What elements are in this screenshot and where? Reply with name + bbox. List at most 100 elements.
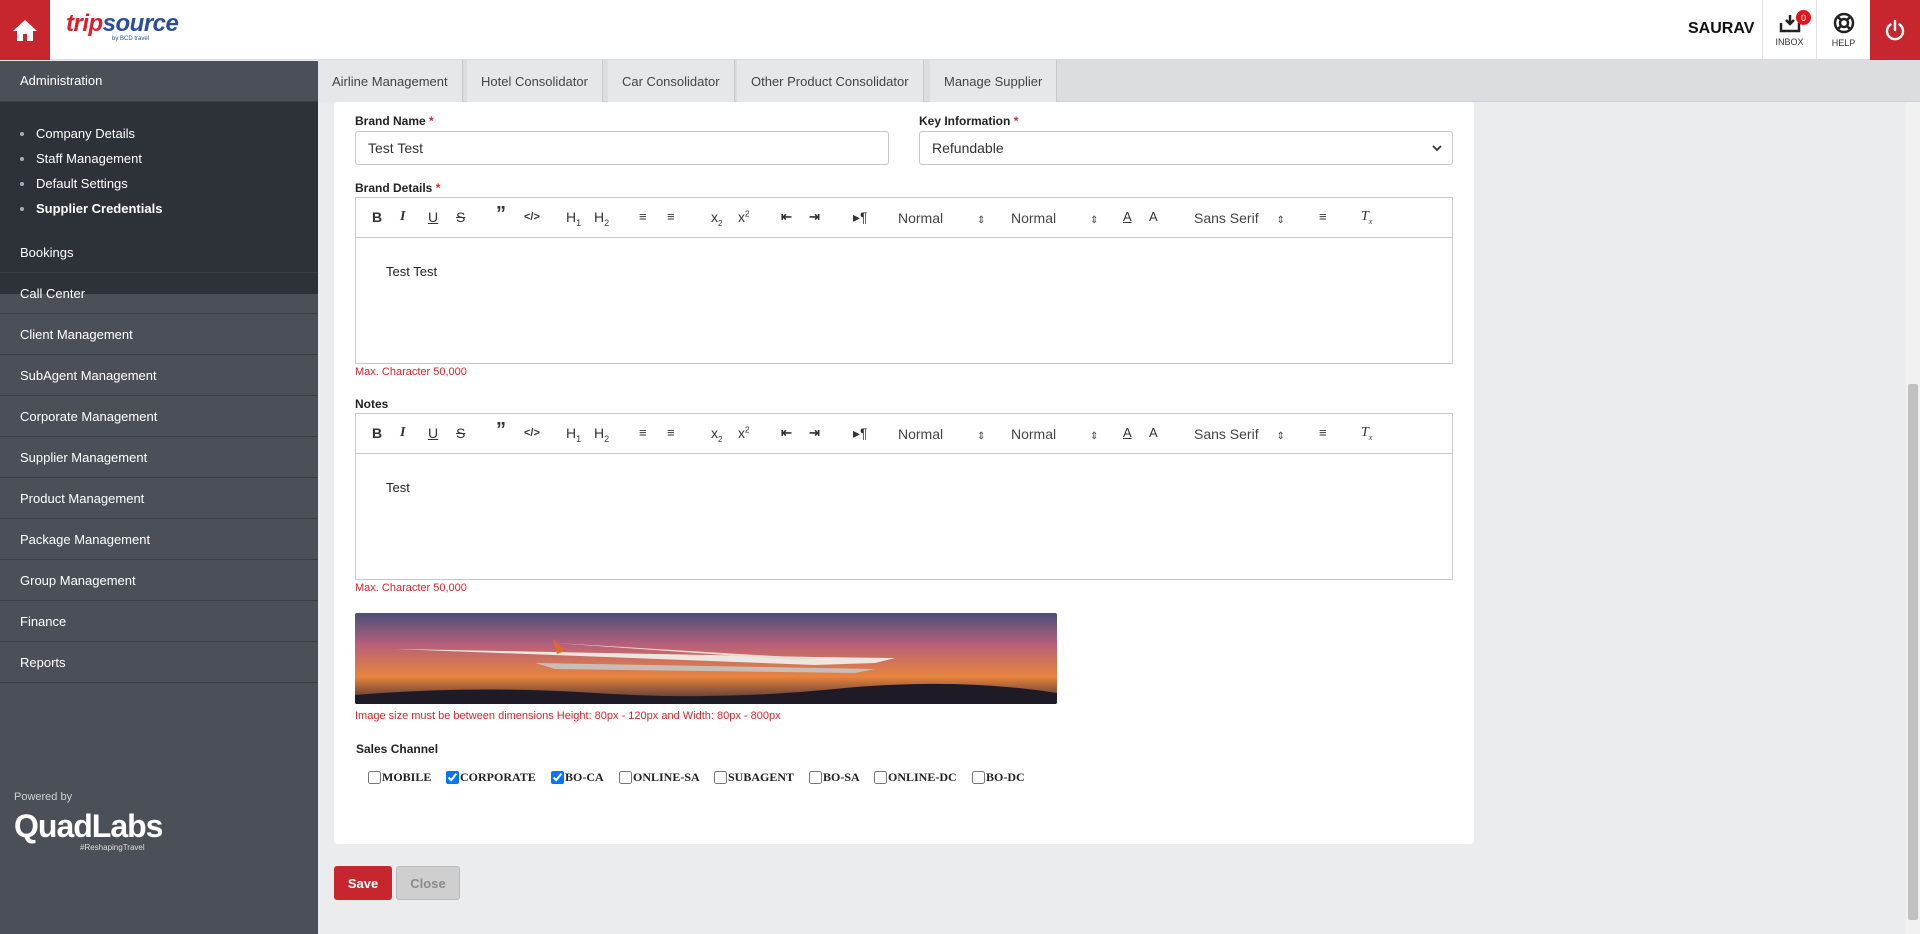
font-picker[interactable]: Sans Serif ⇕ bbox=[1194, 210, 1285, 226]
brand-name-input[interactable]: Test Test bbox=[355, 131, 889, 165]
sidebar-item-corporate-management[interactable]: Corporate Management bbox=[0, 396, 318, 437]
tripsource-logo[interactable]: tripsource bbox=[66, 10, 179, 38]
logout-button[interactable] bbox=[1870, 0, 1920, 60]
subscript-icon[interactable]: x2 bbox=[711, 209, 722, 228]
clear-format-icon[interactable]: Tx bbox=[1361, 425, 1372, 442]
ordered-list-icon[interactable]: ≡ bbox=[639, 209, 647, 224]
checkbox[interactable] bbox=[446, 771, 459, 784]
ordered-list-icon[interactable]: ≡ bbox=[639, 425, 647, 440]
checkbox[interactable] bbox=[714, 771, 727, 784]
checkbox[interactable] bbox=[619, 771, 632, 784]
brand-image-preview[interactable] bbox=[355, 613, 1057, 704]
underline-icon[interactable]: U bbox=[428, 425, 438, 441]
strike-icon[interactable]: S bbox=[456, 209, 465, 225]
inbox-button[interactable]: INBOX bbox=[1762, 0, 1816, 60]
sidebar-item-product-management[interactable]: Product Management bbox=[0, 478, 318, 519]
clear-format-icon[interactable]: Tx bbox=[1361, 209, 1372, 226]
checkbox[interactable] bbox=[551, 771, 564, 784]
sidebar-item-reports[interactable]: Reports bbox=[0, 642, 318, 683]
checkbox[interactable] bbox=[874, 771, 887, 784]
channel-online-sa[interactable]: ONLINE-SA bbox=[619, 770, 700, 785]
sidebar-item-subagent-management[interactable]: SubAgent Management bbox=[0, 355, 318, 396]
home-button[interactable] bbox=[0, 0, 50, 60]
strike-icon[interactable]: S bbox=[456, 425, 465, 441]
text-direction-icon[interactable]: ▸¶ bbox=[853, 209, 868, 226]
brand-details-editor[interactable]: B I U S ” </> H1 H2 ≡ ≡ x2 x2 ⇤ ⇥ ▸¶ Nor… bbox=[355, 197, 1453, 364]
code-icon[interactable]: </> bbox=[524, 427, 540, 439]
top-bar bbox=[0, 0, 1920, 60]
close-button[interactable]: Close bbox=[396, 866, 460, 900]
key-information-select[interactable]: Refundable bbox=[919, 131, 1453, 165]
save-button[interactable]: Save bbox=[334, 866, 392, 900]
bullet-list-icon[interactable]: ≡ bbox=[667, 425, 675, 440]
sidebar-sub-default-settings[interactable]: Default Settings bbox=[20, 176, 128, 191]
size-picker[interactable]: Normal ⇕ bbox=[898, 426, 985, 442]
help-button[interactable]: HELP bbox=[1816, 0, 1870, 60]
tab-hotel-consolidator[interactable]: Hotel Consolidator bbox=[467, 60, 603, 102]
size-picker[interactable]: Normal ⇕ bbox=[898, 210, 985, 226]
checkbox[interactable] bbox=[368, 771, 381, 784]
brand-details-text[interactable]: Test Test bbox=[386, 264, 437, 279]
indent-icon[interactable]: ⇥ bbox=[809, 209, 820, 225]
channel-corporate[interactable]: CORPORATE bbox=[446, 770, 536, 785]
code-icon[interactable]: </> bbox=[524, 211, 540, 223]
italic-icon[interactable]: I bbox=[400, 425, 405, 441]
notes-editor[interactable]: B I U S ” </> H1 H2 ≡ ≡ x2 x2 ⇤ ⇥ ▸¶ Nor… bbox=[355, 413, 1453, 580]
blockquote-icon[interactable]: ” bbox=[496, 419, 506, 442]
channel-mobile[interactable]: MOBILE bbox=[368, 770, 431, 785]
header-picker[interactable]: Normal ⇕ bbox=[1011, 426, 1098, 442]
tab-manage-supplier[interactable]: Manage Supplier bbox=[930, 60, 1058, 102]
heading2-icon[interactable]: H2 bbox=[594, 209, 609, 228]
user-name[interactable]: SAURAV bbox=[1688, 20, 1754, 38]
sidebar-item-call-center[interactable]: Call Center bbox=[0, 273, 318, 314]
align-icon[interactable]: ≡ bbox=[1319, 209, 1327, 224]
bullet-list-icon[interactable]: ≡ bbox=[667, 209, 675, 224]
tab-car-consolidator[interactable]: Car Consolidator bbox=[608, 60, 735, 102]
outdent-icon[interactable]: ⇤ bbox=[781, 425, 792, 441]
superscript-icon[interactable]: x2 bbox=[738, 209, 749, 225]
underline-icon[interactable]: U bbox=[428, 209, 438, 225]
heading2-icon[interactable]: H2 bbox=[594, 425, 609, 444]
channel-bo-dc[interactable]: BO-DC bbox=[972, 770, 1025, 785]
bold-icon[interactable]: B bbox=[372, 209, 382, 225]
text-color-icon[interactable]: A bbox=[1123, 209, 1132, 224]
sidebar-item-supplier-management[interactable]: Supplier Management bbox=[0, 437, 318, 478]
sidebar-item-client-management[interactable]: Client Management bbox=[0, 314, 318, 355]
powered-by-label: Powered by bbox=[14, 791, 73, 803]
text-color-icon[interactable]: A bbox=[1123, 425, 1132, 440]
italic-icon[interactable]: I bbox=[400, 209, 405, 225]
channel-bo-sa[interactable]: BO-SA bbox=[809, 770, 860, 785]
background-color-icon[interactable]: A bbox=[1149, 425, 1158, 440]
heading1-icon[interactable]: H1 bbox=[566, 209, 581, 228]
sidebar-sub-staff-management[interactable]: Staff Management bbox=[20, 151, 142, 166]
background-color-icon[interactable]: A bbox=[1149, 209, 1158, 224]
outdent-icon[interactable]: ⇤ bbox=[781, 209, 792, 225]
bold-icon[interactable]: B bbox=[372, 425, 382, 441]
text-direction-icon[interactable]: ▸¶ bbox=[853, 425, 868, 442]
header-picker[interactable]: Normal ⇕ bbox=[1011, 210, 1098, 226]
heading1-icon[interactable]: H1 bbox=[566, 425, 581, 444]
tab-other-product-consolidator[interactable]: Other Product Consolidator bbox=[737, 60, 924, 102]
sidebar-item-package-management[interactable]: Package Management bbox=[0, 519, 318, 560]
notes-text[interactable]: Test bbox=[386, 480, 410, 495]
subscript-icon[interactable]: x2 bbox=[711, 425, 722, 444]
sidebar-item-group-management[interactable]: Group Management bbox=[0, 560, 318, 601]
sidebar-item-bookings[interactable]: Bookings bbox=[0, 232, 318, 273]
sidebar-sub-company-details[interactable]: Company Details bbox=[20, 126, 135, 141]
brand-details-label: Brand Details * bbox=[355, 181, 441, 195]
sidebar-sub-supplier-credentials[interactable]: Supplier Credentials bbox=[19, 201, 162, 216]
sidebar-item-finance[interactable]: Finance bbox=[0, 601, 318, 642]
tab-airline-management[interactable]: Airline Management bbox=[318, 60, 463, 102]
checkbox[interactable] bbox=[972, 771, 985, 784]
align-icon[interactable]: ≡ bbox=[1319, 425, 1327, 440]
indent-icon[interactable]: ⇥ bbox=[809, 425, 820, 441]
blockquote-icon[interactable]: ” bbox=[496, 203, 506, 226]
channel-online-dc[interactable]: ONLINE-DC bbox=[874, 770, 957, 785]
channel-subagent[interactable]: SUBAGENT bbox=[714, 770, 794, 785]
checkbox[interactable] bbox=[809, 771, 822, 784]
font-picker[interactable]: Sans Serif ⇕ bbox=[1194, 426, 1285, 442]
superscript-icon[interactable]: x2 bbox=[738, 425, 749, 441]
channel-bo-ca[interactable]: BO-CA bbox=[551, 770, 604, 785]
sidebar-section-administration[interactable]: Administration bbox=[0, 61, 318, 102]
scrollbar-thumb[interactable] bbox=[1908, 384, 1918, 920]
